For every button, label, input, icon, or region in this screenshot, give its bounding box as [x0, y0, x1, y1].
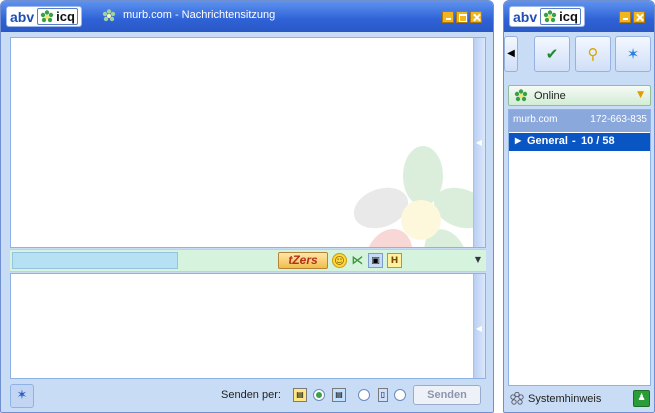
buzz-icon[interactable]: ⋉ — [350, 253, 365, 268]
chat-titlebar[interactable]: abv icq murb.com - Nachrichtensitzung — [1, 1, 493, 32]
group-name: General — [527, 135, 568, 147]
send-via-email-icon: ▤ — [332, 388, 346, 402]
minimize-button[interactable] — [442, 11, 454, 23]
smiley-icon[interactable]: ☺ — [332, 253, 347, 268]
status-dropdown[interactable]: Online ▼ — [508, 85, 651, 106]
logo-product: icq — [559, 9, 578, 24]
window-controls — [442, 11, 482, 23]
send-via-email-radio[interactable] — [358, 389, 370, 401]
logo-product: icq — [56, 9, 75, 24]
send-via-label: Senden per: — [221, 389, 281, 401]
user-info-icon[interactable]: ✶ — [10, 384, 34, 408]
logo-brand: abv — [10, 8, 35, 25]
history-scrollbar[interactable]: ◀ — [473, 38, 485, 247]
contact-list[interactable]: murb.com 172-663-835 ▶ General - 10 / 58 — [508, 109, 651, 386]
message-history[interactable]: ◀ — [10, 37, 486, 248]
abv-icq-logo: abv icq — [6, 6, 82, 27]
expand-arrow-icon: ▶ — [515, 136, 522, 145]
send-button[interactable]: Senden — [413, 385, 481, 405]
icq-flower-watermark-icon — [353, 146, 485, 247]
owner-uin: 172-663-835 — [590, 114, 647, 125]
icq-flower-icon — [40, 9, 54, 22]
minimize-button[interactable] — [619, 11, 631, 23]
chat-window: abv icq murb.com - Nachrichtensitzung ◀ … — [0, 0, 494, 413]
users-online-icon[interactable]: ♟ — [633, 390, 650, 407]
close-button[interactable] — [470, 11, 482, 23]
close-button[interactable] — [633, 11, 645, 23]
offline-flower-icon — [510, 392, 524, 405]
preferences-icon[interactable]: ✔ — [534, 36, 570, 72]
collapse-arrow-icon: ◀ — [475, 138, 482, 148]
abv-icq-logo: abv icq — [509, 6, 585, 27]
group-separator: - — [572, 135, 576, 147]
status-value: Online — [534, 90, 566, 102]
message-toolbar: tZers ☺ ⋉ ▣ H ▼ — [10, 249, 486, 272]
system-notice-label: Systemhinweis — [528, 393, 602, 405]
toolbar-more-icon[interactable]: ▼ — [475, 255, 481, 264]
flower-status-icon — [102, 9, 116, 22]
tzers-button[interactable]: tZers — [278, 252, 328, 269]
logo-brand: abv — [513, 8, 538, 25]
contact-tools: ◀ ✔ ⚲ ✶ — [504, 32, 654, 80]
group-count: 10 / 58 — [581, 135, 615, 147]
system-notice-bar[interactable]: Systemhinweis ♟ — [504, 386, 654, 412]
contact-list-window: abv icq ◀ ✔ ⚲ ✶ Online ▼ murb.com 172-66… — [503, 0, 655, 413]
chevron-down-icon: ▼ — [637, 90, 644, 100]
icq-flower-icon — [543, 9, 557, 22]
send-via-sms-radio[interactable] — [394, 389, 406, 401]
sidebar-toggle-icon[interactable]: ◀ — [504, 36, 518, 72]
window-title: murb.com - Nachrichtensitzung — [123, 9, 276, 21]
message-compose-area[interactable]: ◀ — [10, 273, 486, 379]
send-via-icq-radio[interactable] — [313, 389, 325, 401]
logo-icq-box: icq — [37, 8, 78, 25]
add-contact-icon[interactable]: ✶ — [615, 36, 651, 72]
send-file-icon[interactable]: ▣ — [368, 253, 383, 268]
search-contacts-icon[interactable]: ⚲ — [575, 36, 611, 72]
chat-bottom-bar: ✶ Senden per: ▤ ▤ ▯ Senden — [1, 380, 493, 412]
collapse-arrow-icon: ◀ — [475, 323, 482, 333]
owner-row[interactable]: murb.com 172-663-835 — [509, 110, 650, 132]
owner-name: murb.com — [513, 114, 558, 125]
compose-scrollbar[interactable]: ◀ — [473, 274, 485, 378]
contact-titlebar[interactable]: abv icq — [504, 1, 654, 32]
maximize-button[interactable] — [456, 11, 468, 23]
window-controls — [619, 11, 645, 23]
logo-icq-box: icq — [540, 8, 581, 25]
online-flower-icon — [514, 89, 528, 102]
send-via-icq-icon: ▤ — [293, 388, 307, 402]
format-field[interactable] — [12, 252, 178, 269]
contact-group-general[interactable]: ▶ General - 10 / 58 — [509, 133, 650, 151]
history-h-icon[interactable]: H — [387, 253, 402, 268]
send-via-sms-icon: ▯ — [378, 388, 388, 402]
